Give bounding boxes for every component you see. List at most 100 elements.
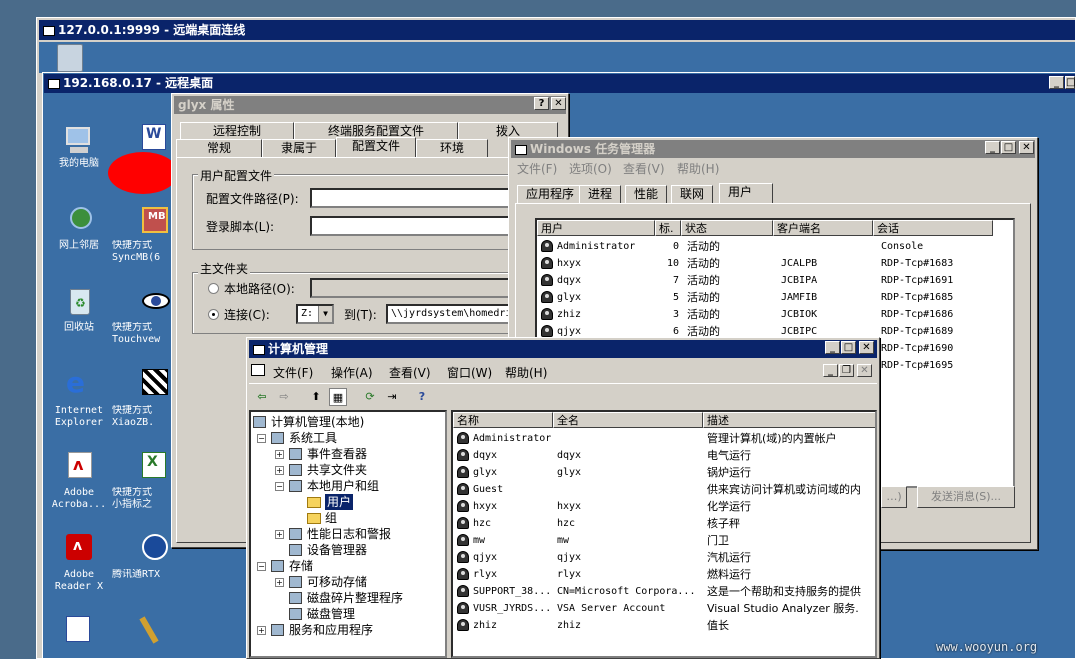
taskmgr-col-status[interactable]: 状态 <box>681 220 773 236</box>
table-row[interactable]: dqyx 7 活动的 JCBIPA RDP-Tcp#1691 <box>537 272 1013 289</box>
rdp-maximize-button[interactable]: □ <box>1065 76 1075 89</box>
compmgmt-menu-file[interactable]: 文件(F) <box>273 364 313 381</box>
reader-icon[interactable]: ᴧ <box>64 532 96 564</box>
expand-toggle-icon[interactable]: + <box>275 450 284 459</box>
ie-icon[interactable]: e <box>64 367 96 399</box>
taskmgr-menu-options[interactable]: 选项(O) <box>569 160 612 177</box>
tree-item[interactable]: 计算机管理(本地) <box>251 414 445 430</box>
compmgmt-menu-icon[interactable] <box>251 364 265 376</box>
properties-close-button[interactable]: ✕ <box>551 97 566 110</box>
network-places-icon[interactable] <box>64 205 96 237</box>
tab-profile[interactable]: 配置文件 <box>336 137 416 157</box>
table-row[interactable]: Guest 供来宾访问计算机或访问域的内 <box>453 481 875 498</box>
expand-toggle-icon[interactable]: + <box>275 466 284 475</box>
table-row[interactable]: zhiz zhiz 值长 <box>453 617 875 634</box>
tree-item[interactable]: − 系统工具 <box>251 430 445 446</box>
compmgmt-menu-window[interactable]: 窗口(W) <box>447 364 492 381</box>
tree-item[interactable]: 组 <box>251 510 445 526</box>
taskmgr-close-button[interactable]: ✕ <box>1019 141 1034 154</box>
syncmb-icon[interactable]: MB <box>140 205 172 237</box>
taskmgr-menu-help[interactable]: 帮助(H) <box>677 160 719 177</box>
table-row[interactable]: glyx 5 活动的 JAMFIB RDP-Tcp#1685 <box>537 289 1013 306</box>
forward-arrow-icon[interactable]: ⇨ <box>275 388 293 406</box>
expand-toggle-icon[interactable]: + <box>257 626 266 635</box>
table-row[interactable]: dqyx dqyx 电气运行 <box>453 447 875 464</box>
local-path-input[interactable] <box>310 278 510 298</box>
compmgmt-col-fullname[interactable]: 全名 <box>553 412 703 428</box>
expand-toggle-icon[interactable]: − <box>257 562 266 571</box>
show-tree-icon[interactable]: ▦ <box>329 388 347 406</box>
taskmgr-tab-performance[interactable]: 性能 <box>625 185 668 203</box>
taskmgr-col-user[interactable]: 用户 <box>537 220 655 236</box>
child-close-button[interactable]: ✕ <box>857 364 872 377</box>
table-row[interactable]: glyx glyx 锅炉运行 <box>453 464 875 481</box>
export-list-icon[interactable]: ⇥ <box>383 388 401 406</box>
tree-item[interactable]: + 共享文件夹 <box>251 462 445 478</box>
properties-titlebar[interactable]: glyx 属性 <box>174 96 566 114</box>
compmgmt-tree-pane[interactable]: 计算机管理(本地) − 系统工具 + 事件查看器 + 共享文件夹 − 本地用户和组 用户组 + 性能日… <box>249 410 447 658</box>
rdp-titlebar[interactable]: 192.168.0.17 - 远程桌面 <box>44 74 1075 93</box>
connect-radio[interactable] <box>208 309 219 320</box>
excel-icon[interactable]: X <box>140 450 172 482</box>
tab-environment[interactable]: 环境 <box>416 139 488 157</box>
compmgmt-menu-view[interactable]: 查看(V) <box>389 364 431 381</box>
compmgmt-menu-action[interactable]: 操作(A) <box>331 364 373 381</box>
pen-icon[interactable] <box>139 614 172 646</box>
taskmgr-tab-networking[interactable]: 联网 <box>671 185 714 203</box>
compmgmt-close-button[interactable]: ✕ <box>859 341 874 354</box>
tree-item[interactable]: − 存储 <box>251 558 445 574</box>
child-restore-button[interactable]: ❐ <box>839 364 854 377</box>
tab-general[interactable]: 常规 <box>176 139 262 157</box>
compmgmt-col-description[interactable]: 描述 <box>703 412 875 428</box>
compmgmt-users-list[interactable]: 名称 全名 描述 Administrator 管理计算机(域)的内置帐户 dqyx d… <box>451 410 877 658</box>
local-path-radio[interactable] <box>208 283 219 294</box>
recycle-bin-icon[interactable]: ♻ <box>64 287 96 319</box>
tree-item[interactable]: + 事件查看器 <box>251 446 445 462</box>
taskmgr-tab-users[interactable]: 用户 <box>719 183 773 203</box>
table-row[interactable]: Administrator 0 活动的 Console <box>537 238 1013 255</box>
table-row[interactable]: hzc hzc 核子秤 <box>453 515 875 532</box>
tree-item[interactable]: 设备管理器 <box>251 542 445 558</box>
table-row[interactable]: qjyx qjyx 汽机运行 <box>453 549 875 566</box>
table-row[interactable]: hxyx 10 活动的 JCALPB RDP-Tcp#1683 <box>537 255 1013 272</box>
taskmgr-menu-view[interactable]: 查看(V) <box>623 160 665 177</box>
tab-remote-control[interactable]: 远程控制 <box>180 122 294 140</box>
tab-member-of[interactable]: 隶属于 <box>262 139 336 157</box>
expand-toggle-icon[interactable]: − <box>257 434 266 443</box>
taskmgr-maximize-button[interactable]: □ <box>1001 141 1016 154</box>
taskmgr-col-client[interactable]: 客户端名 <box>773 220 873 236</box>
table-row[interactable]: zhiz 3 活动的 JCBIOK RDP-Tcp#1686 <box>537 306 1013 323</box>
expand-toggle-icon[interactable]: + <box>275 530 284 539</box>
my-computer-icon[interactable] <box>64 125 96 157</box>
table-row[interactable]: rlyx rlyx 燃料运行 <box>453 566 875 583</box>
connect-path-input[interactable]: \\jyrdsystem\homedri <box>386 304 510 324</box>
taskmgr-send-message-button[interactable]: 发送消息(S)... <box>917 486 1015 508</box>
back-arrow-icon[interactable]: ⇦ <box>253 388 271 406</box>
tree-item[interactable]: 磁盘碎片整理程序 <box>251 590 445 606</box>
table-row[interactable]: Administrator 管理计算机(域)的内置帐户 <box>453 430 875 447</box>
compmgmt-col-name[interactable]: 名称 <box>453 412 553 428</box>
acrobat-icon[interactable]: ᴧ <box>64 450 96 482</box>
expand-toggle-icon[interactable]: + <box>275 578 284 587</box>
rtx-icon[interactable] <box>140 532 172 564</box>
logon-script-input[interactable] <box>310 216 510 236</box>
compmgmt-maximize-button[interactable]: □ <box>841 341 856 354</box>
drive-select[interactable]: Z: ▼ <box>296 304 334 324</box>
word-doc-icon[interactable]: W <box>140 122 172 154</box>
xiaozb-icon[interactable] <box>140 367 172 399</box>
taskmgr-logoff-button[interactable]: …) <box>881 486 907 508</box>
table-row[interactable]: VUSR_JYRDS... VSA Server Account Visual St… <box>453 600 875 617</box>
taskmgr-col-session[interactable]: 会话 <box>873 220 993 236</box>
profile-path-input[interactable] <box>310 188 510 208</box>
outer-titlebar[interactable]: 127.0.0.1:9999 - 远端桌面连线 <box>39 20 1075 40</box>
help-icon[interactable]: ? <box>413 388 431 406</box>
touchview-icon[interactable] <box>140 287 172 319</box>
tree-item[interactable]: 用户 <box>251 494 445 510</box>
trash-icon[interactable] <box>57 44 83 72</box>
rdp-minimize-button[interactable]: _ <box>1049 76 1064 89</box>
tree-item[interactable]: + 性能日志和警报 <box>251 526 445 542</box>
properties-help-button[interactable]: ? <box>534 97 549 110</box>
tree-item[interactable]: 磁盘管理 <box>251 606 445 622</box>
table-row[interactable]: mw mw 门卫 <box>453 532 875 549</box>
compmgmt-titlebar[interactable]: 计算机管理 <box>249 340 877 358</box>
